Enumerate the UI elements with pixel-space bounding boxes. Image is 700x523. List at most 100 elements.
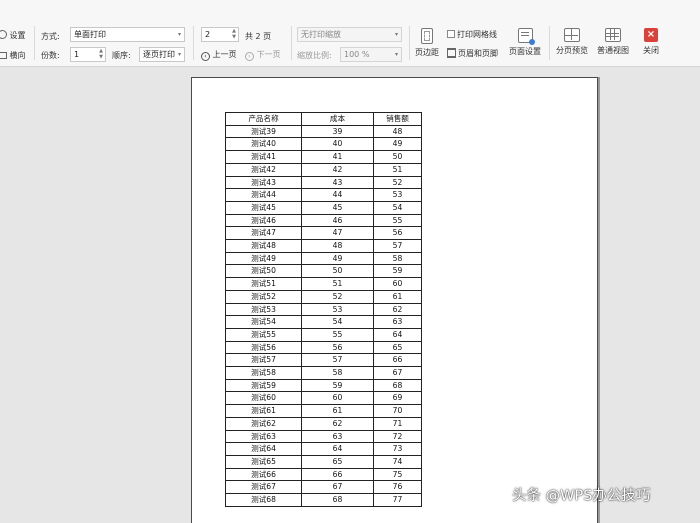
table-cell: 57 — [301, 353, 374, 368]
table-cell: 59 — [301, 378, 374, 393]
table-row: 测试51 51 60 — [225, 277, 422, 291]
page-setup-button[interactable]: 页面设置 — [506, 28, 544, 57]
print-gridlines-checkbox[interactable]: 打印网格线 — [447, 29, 497, 40]
table-cell: 40 — [301, 137, 374, 152]
page-setup-label: 页面设置 — [509, 47, 541, 56]
orientation-button[interactable]: 横向 — [0, 50, 26, 61]
table-cell: 65 — [373, 340, 422, 355]
divider — [34, 26, 35, 60]
gear-icon — [0, 30, 7, 39]
settings-button[interactable]: 设置 — [0, 30, 26, 41]
next-page-button[interactable]: › 下一页 — [245, 49, 281, 61]
stepper-arrows-icon[interactable]: ▲ ▼ — [232, 28, 236, 40]
print-order-select[interactable]: 逐页打印 ▾ — [139, 47, 185, 62]
table-cell: 51 — [373, 162, 422, 177]
arrow-left-circle-icon: ‹ — [201, 52, 210, 61]
checkbox-icon — [447, 30, 455, 38]
table-cell: 69 — [373, 391, 422, 406]
table-cell: 测试56 — [225, 340, 302, 355]
print-scaling-select[interactable]: 无打印缩放 ▾ — [297, 27, 402, 42]
table-body: 测试39 39 48 测试40 40 49 测试41 41 50 测试42 42 51 测试43 43 52… — [225, 124, 422, 507]
normal-view-button[interactable]: 普通视图 — [594, 28, 632, 56]
table-cell: 64 — [373, 327, 422, 342]
copies-stepper[interactable]: 1 ▲ ▼ — [70, 47, 106, 62]
table-cell: 60 — [301, 391, 374, 406]
table-cell: 70 — [373, 404, 422, 418]
table-cell: 53 — [373, 188, 422, 202]
table-cell: 75 — [373, 467, 422, 482]
divider — [193, 26, 194, 60]
table-cell: 43 — [301, 175, 374, 190]
chevron-down-icon: ▾ — [394, 31, 398, 38]
page-number-value: 2 — [205, 30, 211, 39]
table-row: 测试40 40 49 — [225, 137, 422, 152]
table-cell: 48 — [301, 239, 374, 253]
grid-icon — [605, 28, 621, 42]
table-row: 测试46 46 55 — [225, 213, 422, 228]
table-row: 测试54 54 63 — [225, 315, 422, 329]
table-cell: 测试53 — [225, 302, 302, 317]
table-cell: 74 — [373, 454, 422, 469]
table-cell: 54 — [301, 315, 374, 329]
table-cell: 62 — [373, 302, 422, 317]
table-cell: 测试41 — [225, 150, 302, 164]
table-cell: 68 — [373, 378, 422, 393]
divider — [409, 26, 410, 60]
table-cell: 63 — [301, 429, 374, 444]
page-setup-icon — [517, 28, 535, 45]
close-preview-button[interactable]: × 关闭 — [638, 28, 664, 56]
table-cell: 48 — [373, 124, 422, 139]
table-cell: 58 — [373, 251, 422, 266]
table-row: 测试41 41 50 — [225, 150, 422, 164]
chevron-down-icon: ▾ — [177, 51, 181, 58]
chevron-down-icon: ▾ — [177, 31, 181, 38]
table-cell: 50 — [301, 264, 374, 279]
table-cell: 测试42 — [225, 162, 302, 177]
close-icon: × — [644, 28, 658, 42]
order-label: 顺序: — [112, 51, 131, 60]
table-cell: 60 — [373, 277, 422, 291]
table-cell: 测试44 — [225, 188, 302, 202]
table-cell: 44 — [301, 188, 374, 202]
stepper-arrows-icon[interactable]: ▲ ▼ — [99, 48, 103, 60]
table-row: 测试52 52 61 — [225, 289, 422, 304]
copies-label: 份数: — [41, 51, 60, 60]
page-number-stepper[interactable]: 2 ▲ ▼ — [201, 27, 239, 42]
margins-button[interactable]: 页边距 — [413, 28, 441, 58]
table-cell: 测试46 — [225, 213, 302, 228]
table-row: 测试49 49 58 — [225, 251, 422, 266]
table-cell: 测试66 — [225, 467, 302, 482]
margins-label: 页边距 — [415, 48, 439, 57]
header-footer-icon — [447, 48, 456, 58]
watermark-text: 头条 @WPS办公技巧 — [512, 488, 651, 504]
prev-page-button[interactable]: ‹ 上一页 — [201, 49, 237, 61]
table-cell: 62 — [301, 416, 374, 431]
table-cell: 测试55 — [225, 327, 302, 342]
page-break-preview-button[interactable]: 分页预览 — [553, 28, 591, 56]
table-row: 测试56 56 65 — [225, 340, 422, 355]
table-row: 测试50 50 59 — [225, 264, 422, 279]
table-row: 测试65 65 74 — [225, 454, 422, 469]
table-cell: 49 — [373, 137, 422, 152]
table-cell: 58 — [301, 366, 374, 380]
zoom-select[interactable]: 100 % ▾ — [340, 47, 402, 62]
table-cell: 测试52 — [225, 289, 302, 304]
table-cell: 55 — [301, 327, 374, 342]
prev-page-label: 上一页 — [212, 50, 237, 59]
table-row: 测试55 55 64 — [225, 327, 422, 342]
data-table: 产品名称 成本 销售额 测试39 39 48 测试40 40 49 测试41 41 50 测试42… — [225, 112, 422, 507]
table-row: 测试63 63 72 — [225, 429, 422, 444]
table-cell: 73 — [373, 442, 422, 456]
table-cell: 66 — [301, 467, 374, 482]
table-cell: 51 — [301, 277, 374, 291]
table-cell: 测试67 — [225, 480, 302, 495]
table-header-row: 产品名称 成本 销售额 — [225, 112, 422, 126]
print-mode-select[interactable]: 单面打印 ▾ — [70, 27, 185, 42]
table-cell: 71 — [373, 416, 422, 431]
table-cell: 47 — [301, 226, 374, 241]
table-row: 测试47 47 56 — [225, 226, 422, 241]
table-cell: 测试60 — [225, 391, 302, 406]
table-cell: 77 — [373, 493, 422, 507]
header-footer-button[interactable]: 页眉和页脚 — [447, 48, 498, 59]
table-row: 测试58 58 67 — [225, 366, 422, 380]
